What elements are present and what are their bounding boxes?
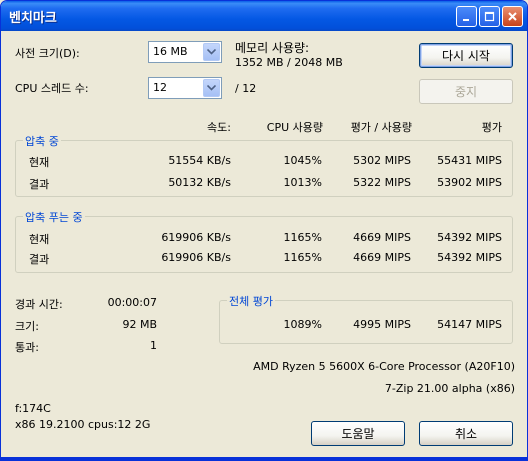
decompress-result-rating-per-usage: 4669 MIPS bbox=[353, 251, 411, 264]
maximize-button[interactable] bbox=[479, 6, 500, 27]
window-title: 벤치마크 bbox=[9, 11, 57, 26]
decompress-current-label: 현재 bbox=[29, 233, 50, 246]
compress-current-rating: 55431 MIPS bbox=[437, 154, 502, 167]
dict-size-value: 16 MB bbox=[153, 45, 188, 58]
dict-size-select[interactable]: 16 MB bbox=[148, 41, 222, 63]
minimize-button[interactable] bbox=[456, 6, 477, 27]
column-cpu-usage: CPU 사용량 bbox=[266, 121, 323, 134]
cpu-name: AMD Ryzen 5 5600X 6-Core Processor (A20F… bbox=[253, 360, 515, 373]
compress-result-label: 결과 bbox=[29, 178, 50, 191]
compress-group-title: 압축 중 bbox=[23, 133, 61, 149]
size-label: 크기: bbox=[15, 320, 39, 333]
size-value: 92 MB bbox=[122, 318, 157, 331]
elapsed-time-label: 경과 시간: bbox=[15, 298, 63, 311]
compress-result-rating-per-usage: 5322 MIPS bbox=[353, 176, 411, 189]
elapsed-time-value: 00:00:07 bbox=[107, 296, 157, 309]
dict-size-label: 사전 크기(D): bbox=[15, 47, 80, 60]
cpu-flags: f:174C bbox=[15, 402, 51, 415]
compress-result-cpu: 1013% bbox=[283, 176, 322, 189]
compress-result-rating: 53902 MIPS bbox=[437, 176, 502, 189]
compress-current-cpu: 1045% bbox=[283, 154, 322, 167]
help-button[interactable]: 도움말 bbox=[311, 421, 405, 446]
decompress-result-speed: 619906 KB/s bbox=[161, 251, 231, 264]
passes-label: 통과: bbox=[15, 341, 39, 354]
decompress-result-label: 결과 bbox=[29, 253, 50, 266]
benchmark-window: 벤치마크 사전 크기(D): 16 MB 메모리 사용량: 1352 MB / … bbox=[0, 0, 528, 461]
compress-current-label: 현재 bbox=[29, 156, 50, 169]
threads-max: / 12 bbox=[235, 82, 257, 95]
passes-value: 1 bbox=[150, 339, 157, 352]
total-rating-per-usage: 4995 MIPS bbox=[353, 318, 411, 331]
version-info: 7-Zip 21.00 alpha (x86) bbox=[384, 382, 515, 395]
total-cpu: 1089% bbox=[283, 318, 322, 331]
maximize-icon bbox=[484, 11, 495, 22]
window-border bbox=[1, 457, 527, 460]
stop-button[interactable]: 중지 bbox=[419, 79, 513, 104]
decompress-current-rating-per-usage: 4669 MIPS bbox=[353, 231, 411, 244]
compress-current-rating-per-usage: 5302 MIPS bbox=[353, 154, 411, 167]
cancel-button[interactable]: 취소 bbox=[419, 421, 513, 446]
restart-button[interactable]: 다시 시작 bbox=[419, 43, 513, 68]
memory-usage-value: 1352 MB / 2048 MB bbox=[235, 56, 343, 69]
close-icon bbox=[508, 12, 517, 21]
total-rating: 54147 MIPS bbox=[437, 318, 502, 331]
title-bar[interactable]: 벤치마크 bbox=[1, 1, 527, 31]
decompress-result-cpu: 1165% bbox=[283, 251, 322, 264]
column-speed: 속도: bbox=[207, 121, 231, 134]
compress-current-speed: 51554 KB/s bbox=[168, 154, 231, 167]
minimize-icon bbox=[463, 19, 469, 21]
decompress-group-title: 압축 푸는 중 bbox=[23, 209, 85, 225]
decompress-current-cpu: 1165% bbox=[283, 231, 322, 244]
total-rating-title: 전체 평가 bbox=[227, 293, 275, 309]
memory-usage-label: 메모리 사용량: bbox=[235, 41, 310, 55]
decompress-group bbox=[15, 216, 513, 273]
threads-label: CPU 스레드 수: bbox=[15, 82, 89, 95]
decompress-current-speed: 619906 KB/s bbox=[161, 231, 231, 244]
chevron-down-icon[interactable] bbox=[203, 43, 220, 61]
threads-select[interactable]: 12 bbox=[148, 77, 222, 99]
arch-info: x86 19.2100 cpus:12 2G bbox=[15, 418, 151, 431]
column-rating: 평가 bbox=[481, 121, 502, 134]
close-button[interactable] bbox=[502, 6, 523, 27]
decompress-current-rating: 54392 MIPS bbox=[437, 231, 502, 244]
threads-value: 12 bbox=[153, 81, 167, 94]
chevron-down-icon[interactable] bbox=[203, 79, 220, 97]
decompress-result-rating: 54392 MIPS bbox=[437, 251, 502, 264]
compress-result-speed: 50132 KB/s bbox=[168, 176, 231, 189]
column-rating-per-usage: 평가 / 사용량 bbox=[350, 121, 412, 134]
